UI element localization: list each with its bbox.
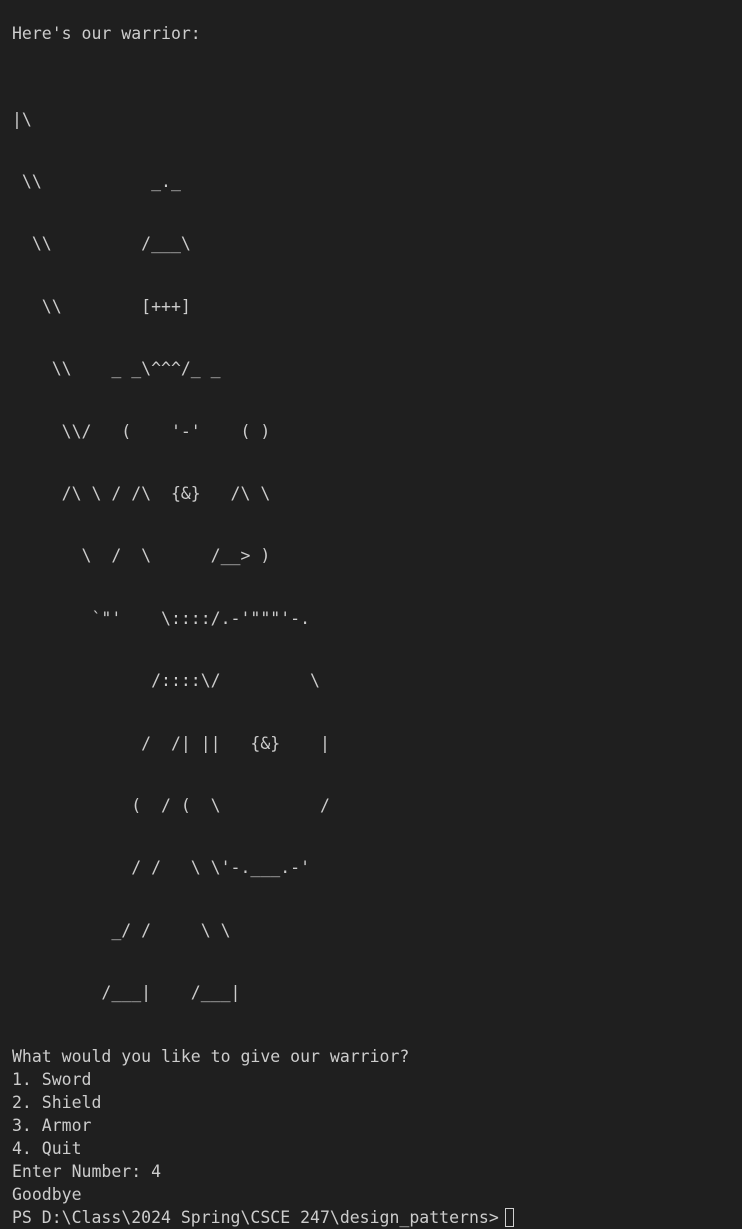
menu-option-sword: 1. Sword <box>12 1070 92 1090</box>
art-line: _/ / \ \ <box>12 920 231 940</box>
intro-text: Here's our warrior: <box>12 24 201 43</box>
art-line: /::::\/ \ <box>12 671 320 691</box>
menu-option-quit: 4. Quit <box>12 1139 82 1159</box>
art-line: \\ _._ <box>12 171 181 191</box>
goodbye-text: Goodbye <box>12 1185 82 1205</box>
art-line: \\/ ( '-' ( ) <box>12 421 271 441</box>
art-line: /\ \ / /\ {&} /\ \ <box>12 483 271 503</box>
menu-option-armor: 3. Armor <box>12 1116 92 1136</box>
art-line: / / \ \'-.___.-' <box>12 858 311 878</box>
prompt-path: PS D:\Class\2024 Spring\CSCE 247\design_… <box>12 1208 499 1228</box>
art-line: `"' \::::/.-'"""'-. <box>12 608 311 628</box>
art-line: \ / \ /__> ) <box>12 546 271 566</box>
art-line: \\ [+++] <box>12 296 191 316</box>
art-line: \\ /___\ <box>12 234 191 254</box>
art-line: /___| /___| <box>12 983 241 1003</box>
shell-prompt[interactable]: PS D:\Class\2024 Spring\CSCE 247\design_… <box>12 1206 742 1229</box>
menu-option-shield: 2. Shield <box>12 1093 102 1113</box>
art-line: ( / ( \ / <box>12 795 330 815</box>
terminal-panel[interactable]: Here's our warrior: |\ \\ _._ \\ /___\ \… <box>0 0 742 1228</box>
enter-number-text: Enter Number: 4 <box>12 1162 162 1182</box>
art-line: \\ _ _\^^^/_ _ <box>12 359 221 379</box>
art-line: / /| || {&} | <box>12 733 330 753</box>
question-text: What would you like to give our warrior? <box>12 1047 410 1067</box>
warrior-ascii-art: |\ \\ _._ \\ /___\ \\ [+++] \\ _ _\^^^/_… <box>12 68 742 1045</box>
text-cursor[interactable] <box>504 1208 514 1228</box>
art-line: |\ <box>12 109 32 129</box>
